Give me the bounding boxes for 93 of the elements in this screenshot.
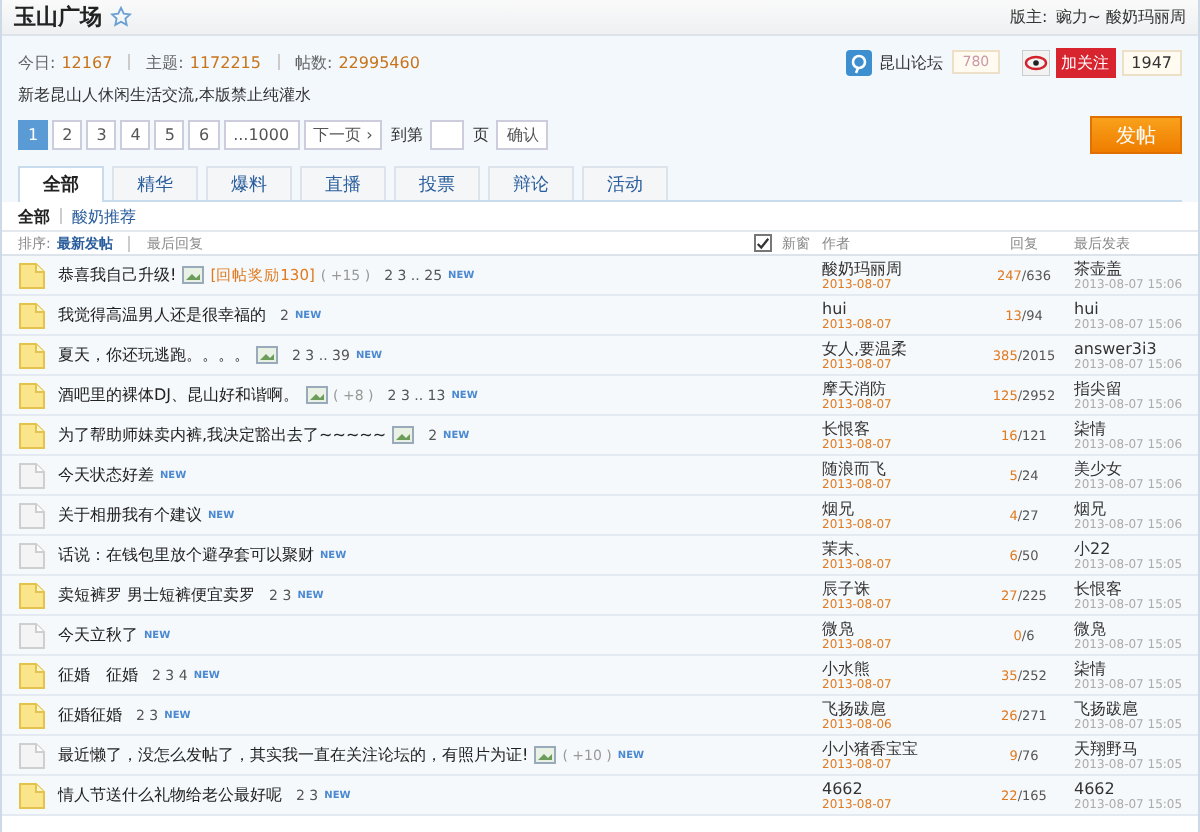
page-button[interactable]: 4: [120, 120, 151, 150]
author-name[interactable]: 小水熊: [822, 659, 974, 677]
author-name[interactable]: 小小猪香宝宝: [822, 739, 974, 757]
last-poster[interactable]: 长恨客: [1074, 579, 1198, 597]
stat-value: 22995460: [338, 53, 420, 71]
stat-value: 12167: [61, 53, 113, 71]
category-tab[interactable]: 爆料: [206, 166, 292, 200]
thread-title[interactable]: 为了帮助师妹卖内裤,我决定豁出去了~~~~~: [58, 424, 387, 446]
author-name[interactable]: 辰子诛: [822, 579, 974, 597]
folder-icon: [18, 341, 46, 369]
page-button[interactable]: 6: [188, 120, 220, 150]
star-icon[interactable]: [110, 6, 132, 28]
next-page-button[interactable]: 下一页 ›: [303, 120, 383, 150]
stat-label: 主题:: [146, 51, 184, 73]
last-poster[interactable]: 飞扬跋扈: [1074, 699, 1198, 717]
last-poster[interactable]: 美少女: [1074, 459, 1198, 477]
page-button[interactable]: ...1000: [223, 120, 300, 150]
eye-icon[interactable]: [1021, 49, 1050, 75]
category-tab[interactable]: 精华: [112, 166, 198, 200]
thread-title[interactable]: 话说：在钱包里放个避孕套可以聚财: [58, 544, 314, 566]
document-icon: [18, 741, 46, 769]
stat-value: 1172215: [189, 53, 261, 71]
last-poster[interactable]: 柒情: [1074, 659, 1198, 677]
page-button[interactable]: 3: [86, 120, 117, 150]
confirm-button[interactable]: 确认: [496, 120, 549, 150]
author-name[interactable]: 随浪而飞: [822, 459, 974, 477]
forum-logo-icon[interactable]: [846, 49, 873, 75]
last-poster[interactable]: 指尖留: [1074, 379, 1198, 397]
thread-title[interactable]: 征婚 征婚: [58, 664, 138, 686]
author-name[interactable]: 茉末、: [822, 539, 974, 557]
page-input[interactable]: [430, 120, 465, 150]
document-icon: [18, 621, 46, 649]
thread-title[interactable]: 情人节送什么礼物给老公最好呢: [58, 784, 282, 806]
thread-title[interactable]: 今天状态好差: [58, 464, 154, 486]
folder-icon: [18, 661, 46, 689]
thread-title[interactable]: 最近懒了，没怎么发帖了，其实我一直在关注论坛的，有照片为证!: [58, 744, 529, 766]
page-unit-label: 页: [472, 124, 489, 146]
author-name[interactable]: 摩天消防: [822, 379, 974, 397]
moderator-names[interactable]: 豌力~ 酸奶玛丽周: [1055, 6, 1186, 28]
thread-title[interactable]: 夏天，你还玩逃跑。。。。: [58, 344, 250, 366]
last-poster[interactable]: 烟兄: [1074, 499, 1198, 517]
thread-title[interactable]: 恭喜我自己升级!: [58, 264, 177, 286]
filter-link[interactable]: 全部: [18, 205, 50, 227]
category-tab[interactable]: 直播: [300, 166, 386, 200]
site-link[interactable]: 昆山论坛: [878, 51, 943, 73]
author-name[interactable]: 女人,要温柔: [822, 339, 974, 357]
category-tab[interactable]: 投票: [394, 166, 480, 200]
last-poster[interactable]: 柒情: [1074, 419, 1198, 437]
author-name[interactable]: 4662: [822, 779, 974, 797]
stat-label: 今日:: [18, 51, 56, 73]
thread-title[interactable]: 我觉得高温男人还是很幸福的: [58, 304, 266, 326]
category-tab[interactable]: 辩论: [488, 166, 574, 200]
filter-link[interactable]: 酸奶推荐: [72, 205, 136, 227]
author-name[interactable]: 微凫: [822, 619, 974, 637]
folder-icon: [18, 421, 46, 449]
document-icon: [18, 501, 46, 529]
stat-label: 帖数:: [295, 51, 333, 73]
thread-title[interactable]: 关于相册我有个建议: [58, 504, 202, 526]
folder-icon: [18, 261, 46, 289]
folder-icon: [18, 381, 46, 409]
category-tab[interactable]: 全部: [18, 166, 104, 202]
last-poster[interactable]: 4662: [1074, 779, 1198, 797]
document-icon: [18, 541, 46, 569]
page-button[interactable]: 5: [154, 120, 185, 150]
author-name[interactable]: 烟兄: [822, 499, 974, 517]
folder-icon: [18, 581, 46, 609]
last-poster[interactable]: 微凫: [1074, 619, 1198, 637]
folder-icon: [18, 781, 46, 809]
author-name[interactable]: 酸奶玛丽周: [822, 259, 974, 277]
author-name[interactable]: 长恨客: [822, 419, 974, 437]
page-button[interactable]: 2: [52, 120, 83, 150]
folder-icon: [18, 301, 46, 329]
document-icon: [18, 461, 46, 489]
forum-title: 玉山广场: [14, 2, 102, 32]
checkbox[interactable]: [754, 234, 772, 252]
thread-title[interactable]: 卖短裤罗 男士短裤便宜卖罗: [58, 584, 256, 606]
last-poster[interactable]: 小22: [1074, 539, 1198, 557]
last-poster[interactable]: 天翔野马: [1074, 739, 1198, 757]
thread-title[interactable]: 征婚征婚: [58, 704, 122, 726]
thread-title[interactable]: 今天立秋了: [58, 624, 138, 646]
thread-title[interactable]: 酒吧里的裸体DJ、昆山好和谐啊。: [58, 384, 300, 406]
last-poster[interactable]: hui: [1074, 299, 1198, 317]
author-name[interactable]: hui: [822, 299, 974, 317]
last-poster[interactable]: 茶壶盖: [1074, 259, 1198, 277]
moderator-label: 版主:: [1010, 6, 1048, 28]
follow-button[interactable]: 加关注: [1055, 47, 1116, 77]
author-name[interactable]: 飞扬跋扈: [822, 699, 974, 717]
last-poster[interactable]: answer3i3: [1074, 339, 1198, 357]
forum-description: 新老昆山人休闲生活交流,本版禁止纯灌水: [18, 84, 314, 106]
folder-icon: [18, 701, 46, 729]
goto-label: 到第: [390, 124, 423, 146]
category-tab[interactable]: 活动: [582, 166, 668, 200]
follower-count: 1947: [1121, 49, 1182, 75]
